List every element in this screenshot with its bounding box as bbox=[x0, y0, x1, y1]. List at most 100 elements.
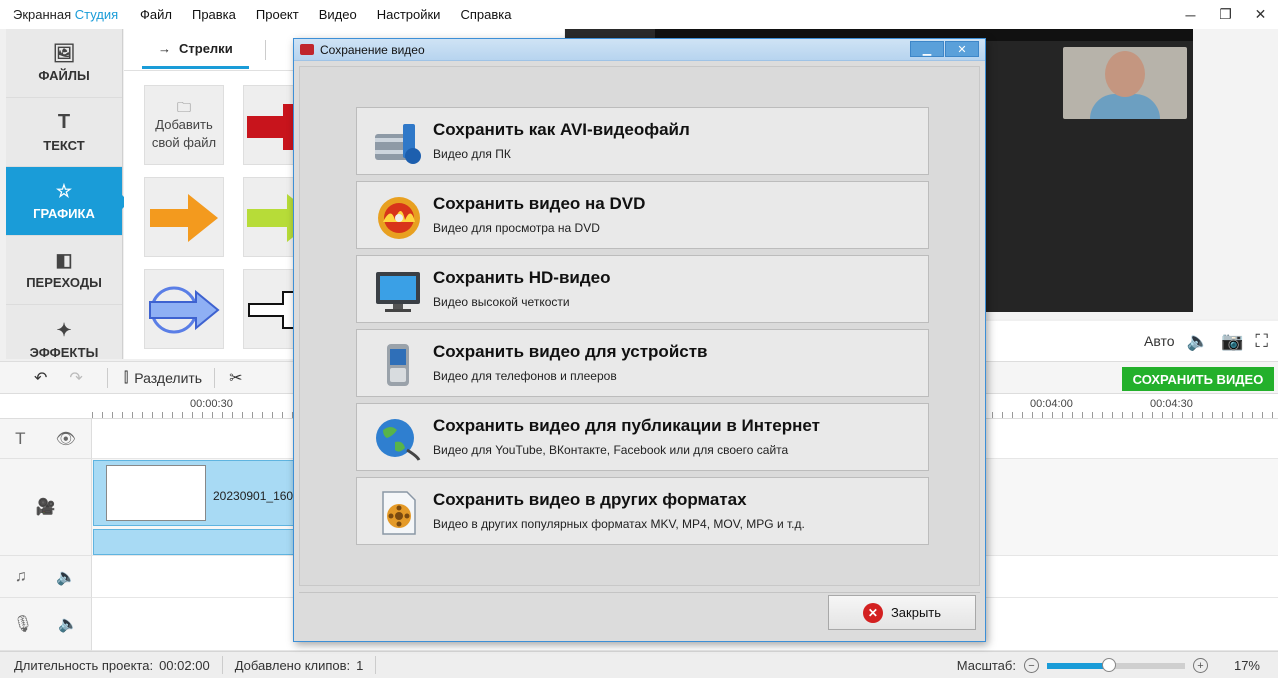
zoom-slider-knob[interactable] bbox=[1102, 657, 1117, 672]
menu-edit[interactable]: Правка bbox=[182, 7, 246, 22]
webcam-person-shirt bbox=[1090, 94, 1160, 119]
voice-volume-icon[interactable]: 🔈 bbox=[58, 614, 78, 634]
zoom-slider[interactable] bbox=[1046, 657, 1185, 672]
redo-icon[interactable]: ↷ bbox=[69, 368, 82, 388]
app-title-main: Экранная bbox=[13, 7, 72, 22]
app-title: Экранная Студия bbox=[0, 7, 130, 22]
clips-label: Добавлено клипов: bbox=[234, 657, 351, 673]
duration-label: Длительность проекта: bbox=[14, 657, 154, 673]
microphone-icon: 🎙 bbox=[12, 616, 33, 633]
option-title: Сохранить HD-видео bbox=[433, 268, 611, 287]
film-reel-icon bbox=[375, 124, 421, 164]
video-clip[interactable]: 20230901_160 bbox=[93, 460, 303, 526]
status-bar: Длительность проекта: 00:02:00 Добавлено… bbox=[0, 651, 1278, 678]
globe-icon bbox=[376, 419, 421, 461]
text-track-icon: T bbox=[15, 428, 26, 448]
ruler-tick-label: 00:04:00 bbox=[1030, 398, 1073, 410]
image-icon: 🖼 bbox=[52, 43, 76, 63]
option-subtitle: Видео высокой четкости bbox=[433, 295, 570, 309]
voice-track-header: 🎙 🔈 bbox=[0, 598, 92, 651]
star-icon: ☆ bbox=[55, 181, 73, 201]
fullscreen-icon[interactable]: ⛶ bbox=[1255, 331, 1268, 352]
sidebar-item-label: ГРАФИКА bbox=[33, 206, 95, 221]
maximize-button[interactable]: ❐ bbox=[1208, 0, 1243, 29]
toolbar-divider bbox=[214, 367, 216, 388]
ruler-tick-label: 00:00:30 bbox=[190, 398, 233, 410]
option-title: Сохранить видео для публикации в Интерне… bbox=[433, 416, 820, 435]
tab-arrows[interactable]: → Стрелки bbox=[142, 31, 249, 69]
option-save-other-formats[interactable]: Сохранить видео в других форматах Видео … bbox=[356, 477, 929, 545]
status-divider bbox=[375, 656, 377, 674]
option-subtitle: Видео для просмотра на DVD bbox=[433, 221, 600, 235]
add-own-file-tile[interactable]: 🗀 Добавить свой файл bbox=[144, 85, 224, 165]
save-video-button[interactable]: СОХРАНИТЬ ВИДЕО bbox=[1122, 367, 1274, 391]
zoom-control: Масштаб: − + 17% bbox=[957, 652, 1278, 678]
menu-help[interactable]: Справка bbox=[450, 7, 521, 22]
option-save-dvd[interactable]: Сохранить видео на DVD Видео для просмот… bbox=[356, 181, 929, 249]
close-button[interactable]: ✕ Закрыть bbox=[828, 595, 976, 630]
option-title: Сохранить как AVI-видеофайл bbox=[433, 120, 690, 139]
dialog-divider bbox=[299, 592, 980, 593]
arrow-blue-tile[interactable] bbox=[144, 269, 224, 349]
undo-icon[interactable]: ↶ bbox=[34, 368, 47, 388]
auto-quality-toggle[interactable]: Авто bbox=[1144, 333, 1175, 349]
magic-wand-icon: ✦ bbox=[56, 319, 72, 340]
option-save-hd[interactable]: Сохранить HD-видео Видео высокой четкост… bbox=[356, 255, 929, 323]
zoom-value: 17% bbox=[1233, 658, 1260, 673]
blue-arrow-icon bbox=[149, 286, 220, 334]
sidebar-item-label: ТЕКСТ bbox=[43, 138, 85, 153]
dialog-window-controls: ▁ ✕ bbox=[909, 41, 979, 57]
music-track-header: ♫ 🔈 bbox=[0, 556, 92, 598]
sidebar-item-label: ЭФФЕКТЫ bbox=[29, 344, 99, 360]
menu-bar: Файл Правка Проект Видео Настройки Справ… bbox=[130, 7, 521, 22]
option-save-internet[interactable]: Сохранить видео для публикации в Интерне… bbox=[356, 403, 929, 471]
monitor-icon bbox=[376, 272, 420, 312]
sidebar-item-files[interactable]: 🖼 ФАЙЛЫ bbox=[6, 29, 122, 98]
sidebar-item-text[interactable]: T ТЕКСТ bbox=[6, 98, 122, 167]
phone-icon bbox=[387, 344, 409, 386]
option-save-devices[interactable]: Сохранить видео для устройств Видео для … bbox=[356, 329, 929, 397]
zoom-slider-fill bbox=[1046, 662, 1110, 669]
camera-icon: 🎥 bbox=[35, 499, 56, 516]
menu-settings[interactable]: Настройки bbox=[367, 7, 451, 22]
scissors-icon[interactable]: ✂ bbox=[229, 368, 242, 388]
clip-name: 20230901_160 bbox=[213, 489, 294, 503]
zoom-out-icon[interactable]: − bbox=[1023, 658, 1039, 673]
dialog-minimize-button[interactable]: ▁ bbox=[910, 41, 944, 57]
category-sidebar: 🖼 ФАЙЛЫ T ТЕКСТ ☆ ГРАФИКА ◧ ПЕРЕХОДЫ ✦ Э… bbox=[6, 29, 129, 360]
music-volume-icon[interactable]: 🔈 bbox=[56, 567, 76, 587]
snapshot-icon[interactable]: 📷 bbox=[1221, 331, 1243, 352]
text-icon: T bbox=[57, 111, 71, 133]
window-controls: ─ ❐ ✕ bbox=[1173, 0, 1278, 29]
arrow-orange-tile[interactable] bbox=[144, 177, 224, 257]
menu-file[interactable]: Файл bbox=[130, 7, 182, 22]
zoom-in-icon[interactable]: + bbox=[1192, 658, 1208, 673]
sidebar-item-transitions[interactable]: ◧ ПЕРЕХОДЫ bbox=[6, 236, 122, 305]
dvd-disc-icon bbox=[378, 197, 420, 239]
split-button[interactable]: ⫿ Разделить bbox=[124, 369, 202, 386]
transitions-icon: ◧ bbox=[55, 250, 73, 270]
minimize-button[interactable]: ─ bbox=[1173, 0, 1208, 29]
sidebar-item-label: ФАЙЛЫ bbox=[38, 68, 90, 83]
music-note-icon: ♫ bbox=[14, 567, 27, 585]
dialog-title: Сохранение видео bbox=[320, 42, 425, 57]
sidebar-item-graphics[interactable]: ☆ ГРАФИКА bbox=[6, 167, 129, 236]
title-bar: Экранная Студия Файл Правка Проект Видео… bbox=[0, 0, 1278, 29]
option-title: Сохранить видео в других форматах bbox=[433, 490, 747, 509]
add-own-file-label: Добавить свой файл bbox=[151, 117, 217, 150]
dialog-close-x-button[interactable]: ✕ bbox=[945, 41, 979, 57]
eye-icon[interactable]: 👁 bbox=[56, 429, 76, 449]
menu-video[interactable]: Видео bbox=[309, 7, 367, 22]
sidebar-item-label: ПЕРЕХОДЫ bbox=[26, 275, 102, 290]
menu-project[interactable]: Проект bbox=[246, 7, 309, 22]
option-save-avi[interactable]: Сохранить как AVI-видеофайл Видео для ПК bbox=[356, 107, 929, 175]
volume-icon[interactable]: 🔈 bbox=[1187, 331, 1209, 352]
close-window-button[interactable]: ✕ bbox=[1243, 0, 1278, 29]
webcam-person-face bbox=[1105, 51, 1145, 97]
clip-audio-wave[interactable] bbox=[93, 529, 303, 555]
arrow-right-icon: → bbox=[158, 40, 171, 56]
save-video-dialog: Сохранение видео ▁ ✕ Сохранить как AVI-в… bbox=[293, 38, 986, 642]
split-label: Разделить bbox=[134, 369, 203, 386]
status-divider bbox=[221, 656, 223, 674]
tab-divider bbox=[264, 39, 266, 60]
